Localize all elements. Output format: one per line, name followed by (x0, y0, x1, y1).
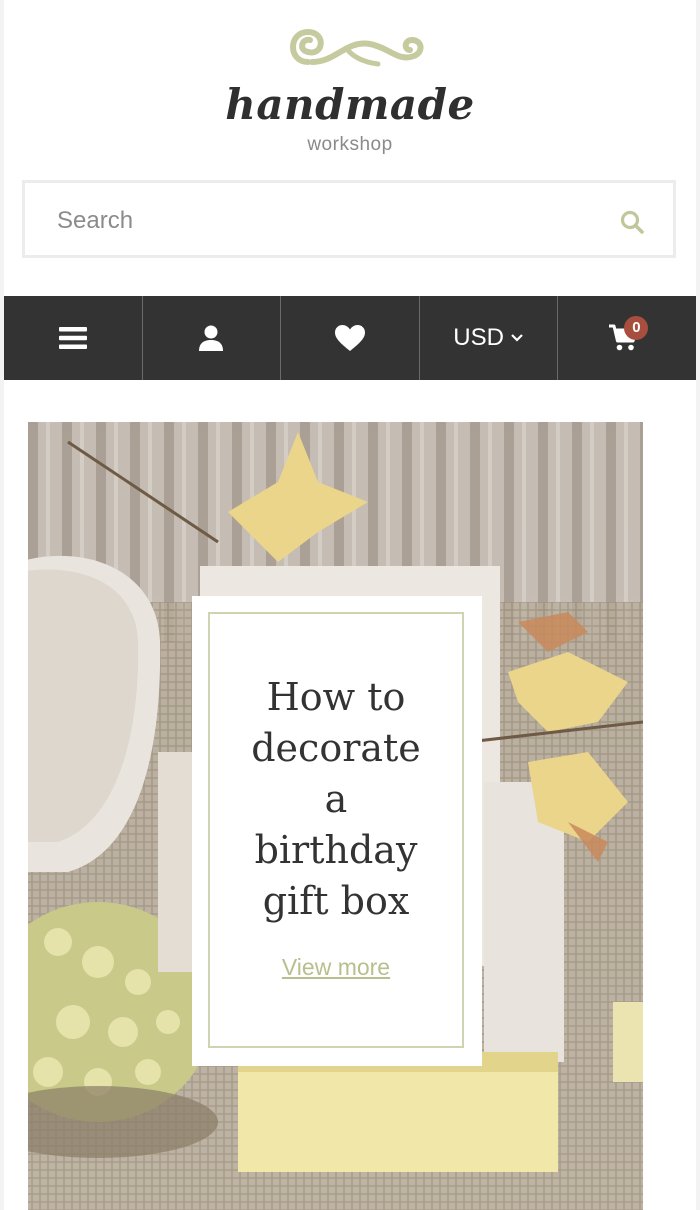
logo-tagline: workshop (307, 134, 393, 155)
cart-button[interactable]: 0 (557, 296, 696, 380)
wishlist-button[interactable] (280, 296, 419, 380)
hero-title-line: How to (266, 675, 406, 719)
view-more-link[interactable]: View more (210, 954, 462, 981)
hero-title-line: birthday (254, 828, 418, 872)
menu-icon (58, 327, 87, 349)
account-button[interactable] (141, 296, 281, 380)
chevron-down-icon (511, 334, 523, 342)
cart-count-badge: 0 (624, 316, 649, 340)
hero-title-line: a (324, 777, 348, 821)
hero-banner[interactable]: How to decorate a birthday gift box View… (28, 422, 643, 1210)
hero-card-border: How to decorate a birthday gift box View… (208, 612, 464, 1048)
search-icon[interactable] (619, 209, 645, 235)
currency-selector[interactable]: USD (418, 296, 558, 380)
search-input[interactable] (55, 201, 579, 241)
hero-title-line: decorate (251, 726, 421, 770)
hero-card: How to decorate a birthday gift box View… (192, 596, 482, 1066)
mobile-toolbar: USD 0 (4, 296, 696, 380)
site-logo[interactable]: handmade workshop (4, 18, 696, 155)
user-icon (199, 325, 224, 351)
logo-swirl-icon (290, 28, 424, 67)
hero-title-line: gift box (262, 879, 410, 923)
page: handmade workshop Search USD 0 How to de… (4, 0, 696, 1210)
search-box (22, 180, 676, 258)
menu-button[interactable] (4, 296, 142, 380)
currency-label: USD (453, 324, 504, 351)
logo-wordmark: handmade (225, 80, 475, 129)
heart-icon (334, 325, 365, 351)
hero-title: How to decorate a birthday gift box (210, 672, 462, 927)
